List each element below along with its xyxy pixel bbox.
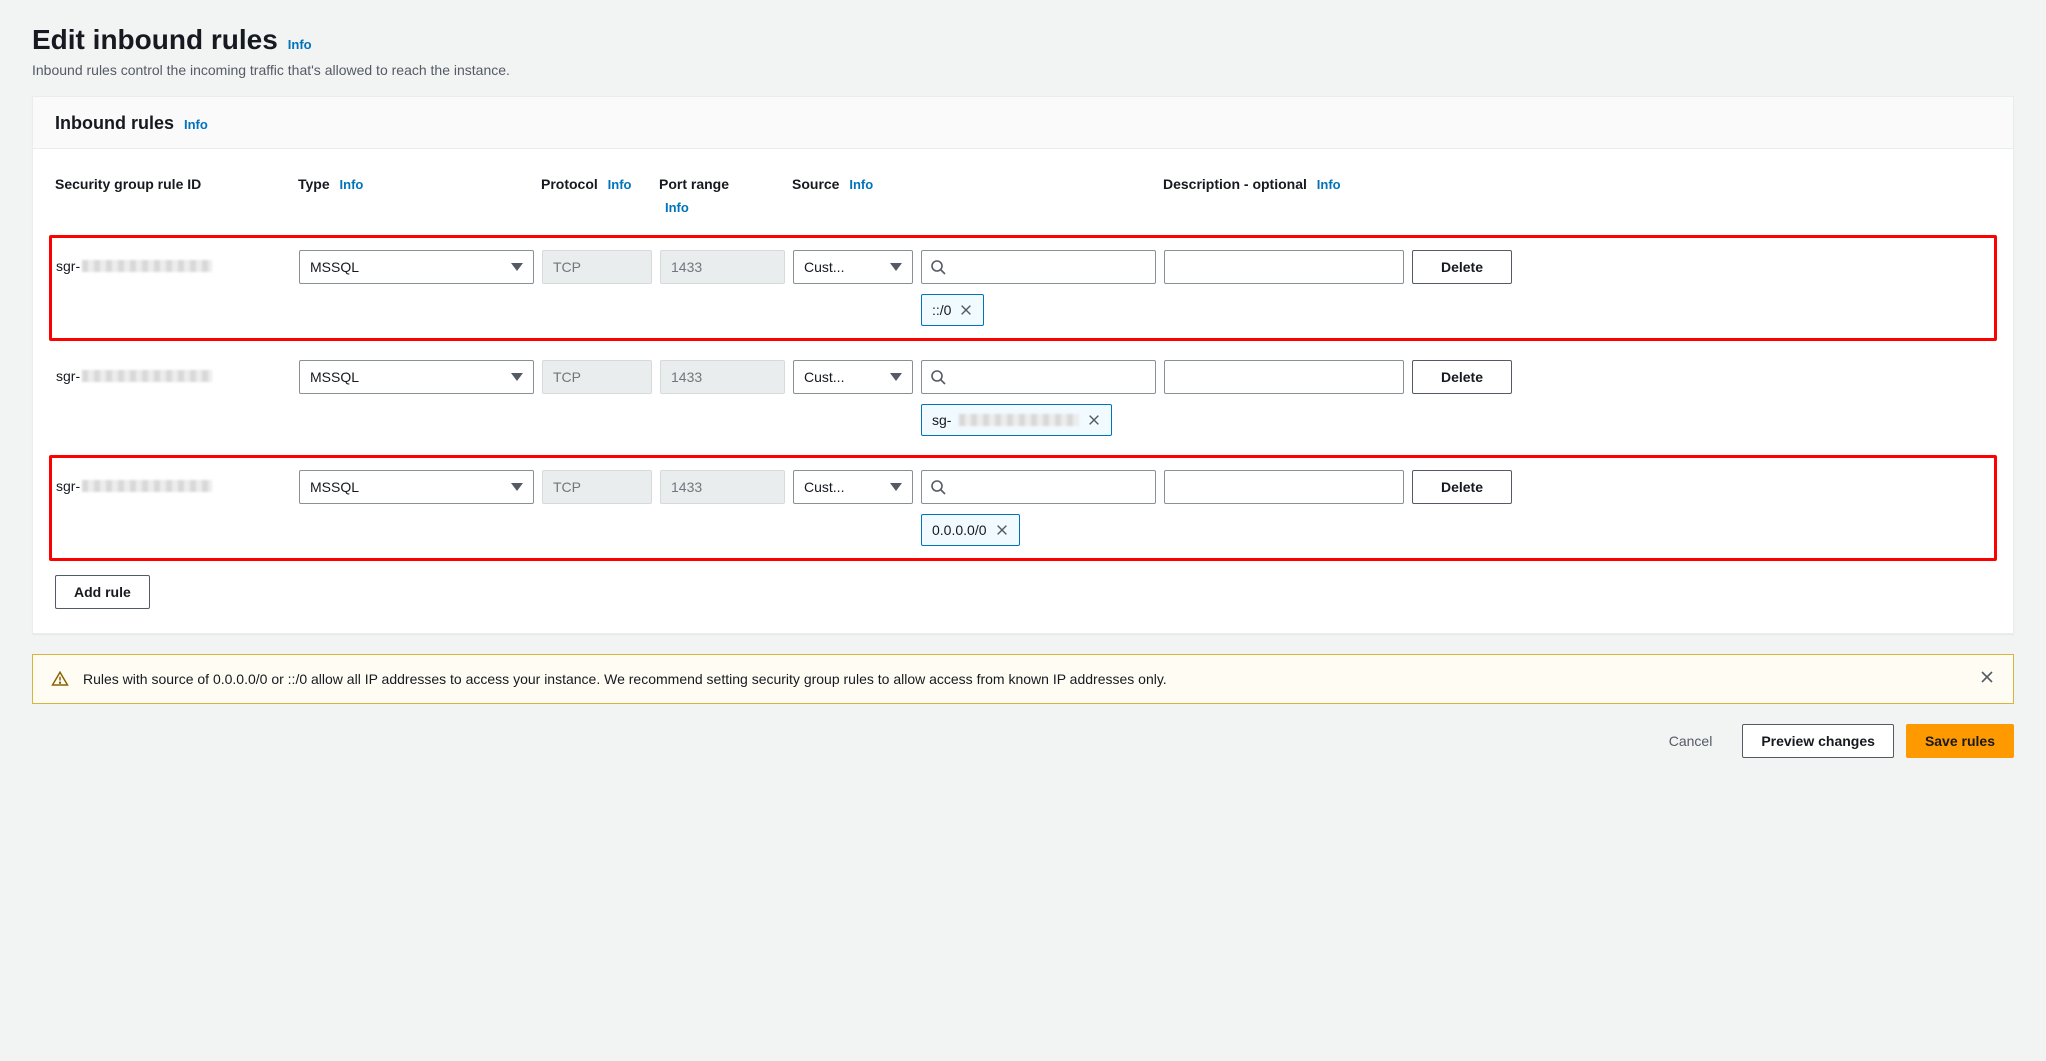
col-description: Description - optional Info xyxy=(1163,175,1403,195)
protocol-field: TCP xyxy=(542,360,652,394)
description-input[interactable] xyxy=(1164,470,1404,504)
chevron-down-icon xyxy=(890,263,902,271)
redacted-text xyxy=(82,260,212,272)
source-token: sg- xyxy=(921,404,1112,436)
close-icon xyxy=(1979,669,1995,685)
cancel-button[interactable]: Cancel xyxy=(1651,724,1731,758)
source-token-label: ::/0 xyxy=(932,302,951,318)
redacted-text xyxy=(82,370,212,382)
page-title: Edit inbound rules xyxy=(32,24,278,56)
search-icon xyxy=(930,479,946,495)
rule-row: sgr- MSSQLTCP1433Cust... sg- Delete xyxy=(49,345,1997,451)
source-type-select[interactable]: Cust... xyxy=(793,470,913,504)
search-icon xyxy=(930,369,946,385)
inbound-rules-panel: Inbound rules Info Security group rule I… xyxy=(32,96,2014,634)
source-token: 0.0.0.0/0 xyxy=(921,514,1020,546)
col-port-range: Port range Info xyxy=(659,175,784,217)
panel-title: Inbound rules xyxy=(55,113,174,134)
col-description-info-link[interactable]: Info xyxy=(1317,177,1341,192)
col-protocol-info-link[interactable]: Info xyxy=(608,177,632,192)
chevron-down-icon xyxy=(511,263,523,271)
security-group-rule-id: sgr- xyxy=(56,250,212,274)
protocol-field: TCP xyxy=(542,470,652,504)
delete-rule-button[interactable]: Delete xyxy=(1412,250,1512,284)
port-range-field: 1433 xyxy=(660,470,785,504)
close-icon xyxy=(1087,413,1101,427)
footer-actions: Cancel Preview changes Save rules xyxy=(32,724,2014,758)
close-icon xyxy=(959,303,973,317)
col-source-info-link[interactable]: Info xyxy=(849,177,873,192)
rule-row: sgr- MSSQLTCP1433Cust...::/0 Delete xyxy=(49,235,1997,341)
close-icon xyxy=(995,523,1009,537)
description-input[interactable] xyxy=(1164,250,1404,284)
security-group-rule-id: sgr- xyxy=(56,470,212,494)
remove-token-button[interactable] xyxy=(959,303,973,317)
alert-message: Rules with source of 0.0.0.0/0 or ::/0 a… xyxy=(83,671,1965,687)
protocol-field: TCP xyxy=(542,250,652,284)
warning-icon xyxy=(51,670,69,688)
chevron-down-icon xyxy=(511,483,523,491)
source-search-input[interactable] xyxy=(921,250,1156,284)
type-select[interactable]: MSSQL xyxy=(299,360,534,394)
page-title-info-link[interactable]: Info xyxy=(288,37,312,52)
security-group-rule-id: sgr- xyxy=(56,360,212,384)
col-protocol: Protocol Info xyxy=(541,175,651,195)
redacted-text xyxy=(82,480,212,492)
col-source: Source Info xyxy=(792,175,912,195)
source-token-label: sg- xyxy=(932,412,951,428)
remove-token-button[interactable] xyxy=(995,523,1009,537)
table-header-row: Security group rule ID Type Info Protoco… xyxy=(55,159,1991,225)
port-range-field: 1433 xyxy=(660,250,785,284)
chevron-down-icon xyxy=(890,483,902,491)
source-type-select[interactable]: Cust... xyxy=(793,360,913,394)
delete-rule-button[interactable]: Delete xyxy=(1412,360,1512,394)
col-port-range-info-link[interactable]: Info xyxy=(665,199,784,217)
panel-title-info-link[interactable]: Info xyxy=(184,117,208,132)
col-sgr-id: Security group rule ID xyxy=(55,175,290,195)
page-header: Edit inbound rules Info Inbound rules co… xyxy=(32,24,2014,78)
col-type-info-link[interactable]: Info xyxy=(340,177,364,192)
search-icon xyxy=(930,259,946,275)
remove-token-button[interactable] xyxy=(1087,413,1101,427)
alert-close-button[interactable] xyxy=(1979,669,1995,689)
redacted-text xyxy=(959,414,1079,426)
open-cidr-warning-alert: Rules with source of 0.0.0.0/0 or ::/0 a… xyxy=(32,654,2014,704)
chevron-down-icon xyxy=(511,373,523,381)
port-range-field: 1433 xyxy=(660,360,785,394)
source-token-label: 0.0.0.0/0 xyxy=(932,522,987,538)
source-search-input[interactable] xyxy=(921,470,1156,504)
save-rules-button[interactable]: Save rules xyxy=(1906,724,2014,758)
delete-rule-button[interactable]: Delete xyxy=(1412,470,1512,504)
source-type-select[interactable]: Cust... xyxy=(793,250,913,284)
description-input[interactable] xyxy=(1164,360,1404,394)
source-search-input[interactable] xyxy=(921,360,1156,394)
type-select[interactable]: MSSQL xyxy=(299,250,534,284)
rule-row: sgr- MSSQLTCP1433Cust... 0.0.0.0/0 Delete xyxy=(49,455,1997,561)
type-select[interactable]: MSSQL xyxy=(299,470,534,504)
chevron-down-icon xyxy=(890,373,902,381)
page-subtitle: Inbound rules control the incoming traff… xyxy=(32,62,2014,78)
add-rule-button[interactable]: Add rule xyxy=(55,575,150,609)
preview-changes-button[interactable]: Preview changes xyxy=(1742,724,1894,758)
source-token: ::/0 xyxy=(921,294,984,326)
col-type: Type Info xyxy=(298,175,533,195)
